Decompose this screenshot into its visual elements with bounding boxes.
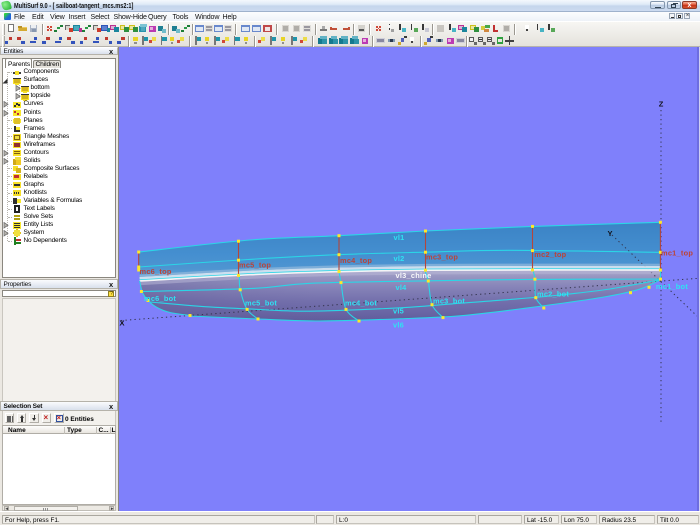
svg-text:vl2: vl2 — [394, 254, 405, 263]
svg-text:mc6_top: mc6_top — [140, 267, 172, 276]
svg-text:mc3_top: mc3_top — [426, 253, 458, 262]
svg-text:mc5_top: mc5_top — [239, 260, 271, 269]
svg-text:mc2_bot: mc2_bot — [537, 289, 569, 298]
svg-text:vl1: vl1 — [394, 233, 405, 242]
svg-text:vl4: vl4 — [396, 283, 408, 292]
svg-text:vl5: vl5 — [393, 306, 404, 315]
svg-text:mc1_bot: mc1_bot — [656, 282, 688, 291]
svg-text:vl6: vl6 — [393, 321, 404, 330]
svg-text:mc5_bot: mc5_bot — [245, 298, 277, 307]
svg-text:mc6_bot: mc6_bot — [144, 294, 176, 303]
svg-text:mc4_top: mc4_top — [340, 256, 372, 265]
svg-text:vl3_chine: vl3_chine — [396, 271, 432, 280]
svg-text:Y: Y — [608, 229, 613, 238]
svg-text:mc3_bot: mc3_bot — [433, 297, 465, 306]
svg-text:X: X — [120, 318, 125, 327]
svg-text:mc2_top: mc2_top — [534, 250, 566, 259]
svg-text:Z: Z — [659, 99, 664, 108]
svg-text:mc4_bot: mc4_bot — [345, 299, 377, 308]
svg-text:mc1_top: mc1_top — [661, 249, 693, 258]
